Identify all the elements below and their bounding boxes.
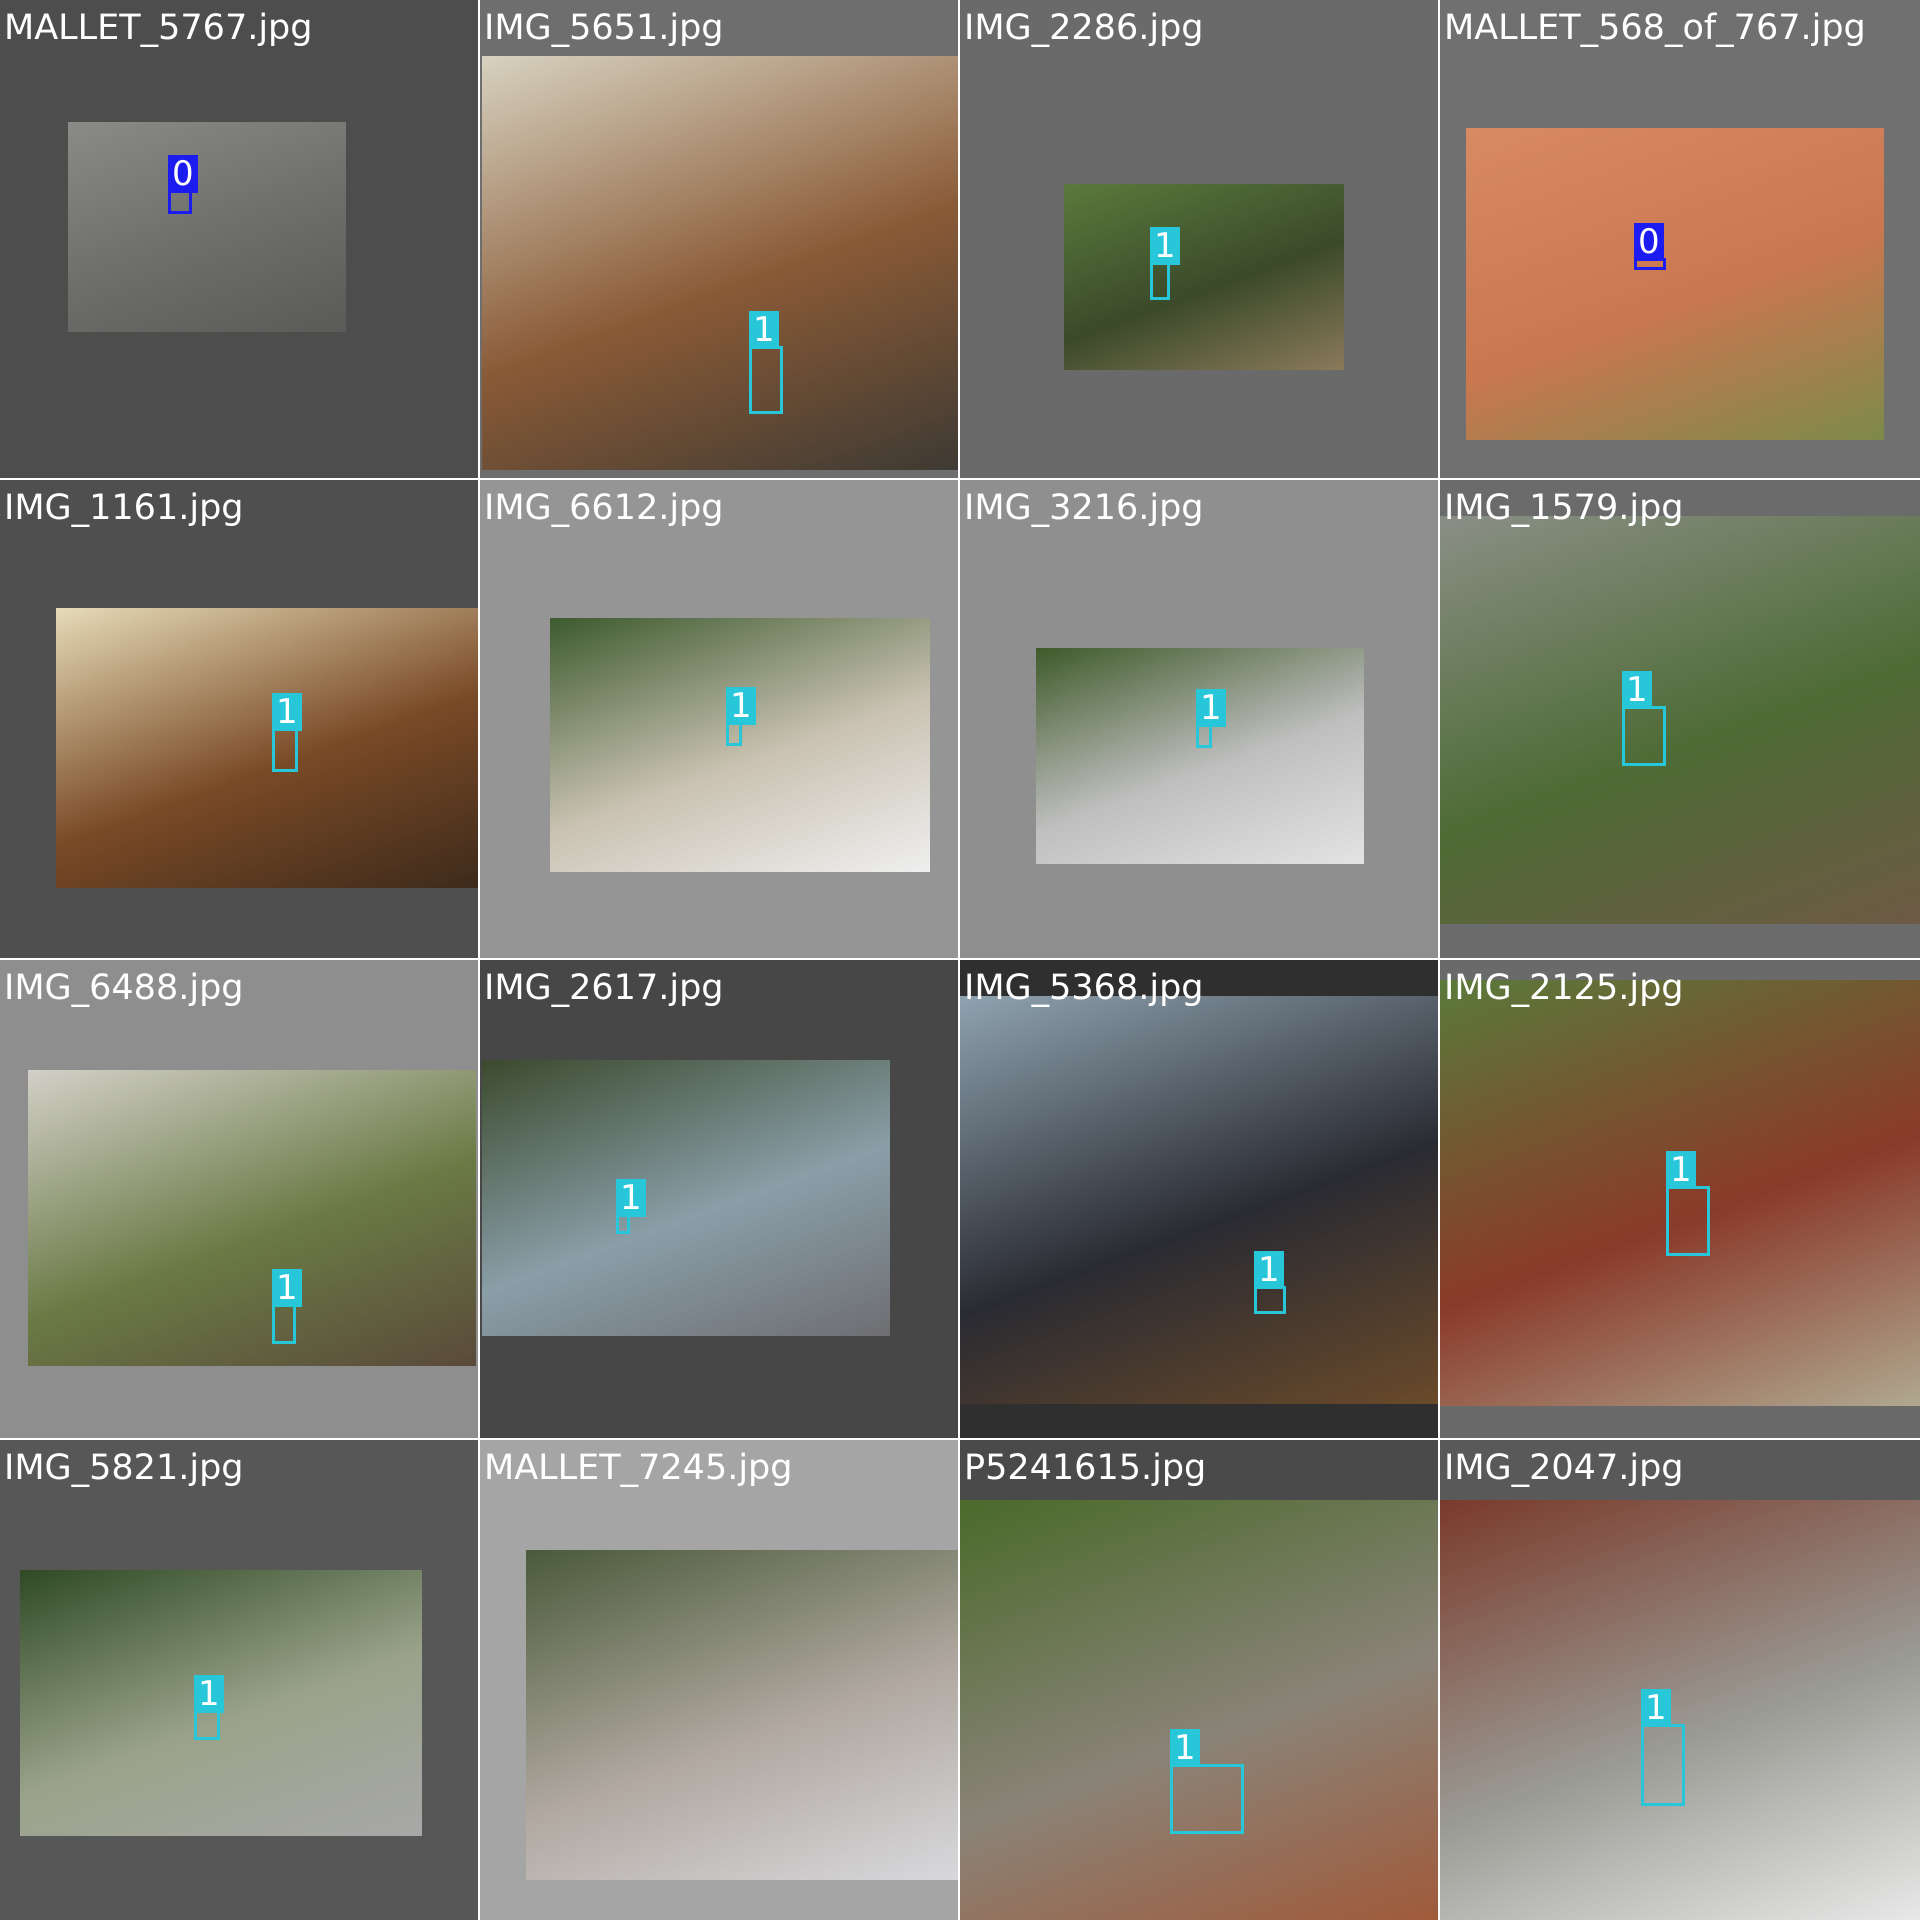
image-tile[interactable]: 1 IMG_2125.jpg: [1440, 960, 1920, 1440]
detection-box: 1: [1196, 689, 1226, 748]
detection-box: 1: [272, 1269, 302, 1344]
image-filename: MALLET_568_of_767.jpg: [1444, 8, 1866, 48]
image-filename: P5241615.jpg: [964, 1448, 1207, 1488]
image-filename: IMG_6488.jpg: [4, 968, 244, 1008]
class-label: 0: [168, 155, 198, 193]
image-filename: IMG_2047.jpg: [1444, 1448, 1684, 1488]
detection-box: 0: [168, 155, 198, 214]
class-label: 1: [272, 1269, 302, 1307]
class-label: 1: [616, 1179, 646, 1217]
photo-thumbnail: [1466, 128, 1884, 440]
photo-thumbnail: [482, 56, 958, 470]
photo-thumbnail: [1440, 516, 1920, 924]
image-filename: IMG_2286.jpg: [964, 8, 1204, 48]
image-filename: IMG_5651.jpg: [484, 8, 724, 48]
image-tile[interactable]: 1 IMG_2286.jpg: [960, 0, 1440, 480]
class-label: 1: [726, 687, 756, 725]
image-filename: IMG_2125.jpg: [1444, 968, 1684, 1008]
image-tile[interactable]: 1 P5241615.jpg: [960, 1440, 1440, 1920]
image-filename: IMG_2617.jpg: [484, 968, 724, 1008]
class-label: 1: [1666, 1151, 1696, 1189]
photo-thumbnail: [28, 1070, 476, 1366]
class-label: 1: [194, 1675, 224, 1713]
mosaic-grid: 0 MALLET_5767.jpg 1 IMG_5651.jpg 1 IMG_2286.j…: [0, 0, 1920, 1920]
class-label: 1: [272, 693, 302, 731]
photo-thumbnail: [526, 1550, 958, 1880]
detection-box: 1: [726, 687, 756, 746]
detection-box: 1: [1170, 1729, 1244, 1834]
image-tile[interactable]: 1 IMG_2617.jpg: [480, 960, 960, 1440]
image-tile[interactable]: 1 IMG_5368.jpg: [960, 960, 1440, 1440]
image-filename: MALLET_7245.jpg: [484, 1448, 793, 1488]
detection-box: 1: [749, 311, 783, 414]
image-tile[interactable]: 1 IMG_2047.jpg: [1440, 1440, 1920, 1920]
class-label: 1: [1170, 1729, 1200, 1767]
image-filename: IMG_1161.jpg: [4, 488, 244, 528]
image-tile[interactable]: 1 IMG_6488.jpg: [0, 960, 480, 1440]
photo-thumbnail: [56, 608, 478, 888]
image-filename: MALLET_5767.jpg: [4, 8, 313, 48]
photo-thumbnail: [482, 1060, 890, 1336]
detection-box: 1: [1622, 671, 1666, 766]
class-label: 1: [1641, 1689, 1671, 1727]
detection-box: 0: [1634, 223, 1666, 270]
image-filename: IMG_3216.jpg: [964, 488, 1204, 528]
image-filename: IMG_5368.jpg: [964, 968, 1204, 1008]
image-tile[interactable]: MALLET_7245.jpg: [480, 1440, 960, 1920]
photo-thumbnail: [1064, 184, 1344, 370]
detection-box: 1: [1150, 227, 1180, 300]
class-label: 0: [1634, 223, 1664, 261]
photo-thumbnail: [960, 996, 1438, 1404]
class-label: 1: [1622, 671, 1652, 709]
image-filename: IMG_5821.jpg: [4, 1448, 244, 1488]
image-tile[interactable]: 1 IMG_1579.jpg: [1440, 480, 1920, 960]
image-filename: IMG_6612.jpg: [484, 488, 724, 528]
detection-box: 1: [1641, 1689, 1685, 1806]
class-label: 1: [749, 311, 779, 349]
photo-thumbnail: [960, 1500, 1438, 1920]
detection-box: 1: [616, 1179, 646, 1234]
image-tile[interactable]: 1 IMG_5821.jpg: [0, 1440, 480, 1920]
image-tile[interactable]: 0 MALLET_568_of_767.jpg: [1440, 0, 1920, 480]
image-tile[interactable]: 1 IMG_3216.jpg: [960, 480, 1440, 960]
detection-box: 1: [272, 693, 302, 772]
image-filename: IMG_1579.jpg: [1444, 488, 1684, 528]
photo-thumbnail: [1440, 1500, 1920, 1920]
class-label: 1: [1150, 227, 1180, 265]
image-tile[interactable]: 1 IMG_5651.jpg: [480, 0, 960, 480]
photo-thumbnail: [1036, 648, 1364, 864]
detection-box: 1: [1666, 1151, 1710, 1256]
class-label: 1: [1254, 1251, 1284, 1289]
photo-thumbnail: [68, 122, 346, 332]
detection-box: 1: [194, 1675, 224, 1740]
image-tile[interactable]: 1 IMG_1161.jpg: [0, 480, 480, 960]
image-tile[interactable]: 1 IMG_6612.jpg: [480, 480, 960, 960]
class-label: 1: [1196, 689, 1226, 727]
image-tile[interactable]: 0 MALLET_5767.jpg: [0, 0, 480, 480]
detection-box: 1: [1254, 1251, 1286, 1314]
